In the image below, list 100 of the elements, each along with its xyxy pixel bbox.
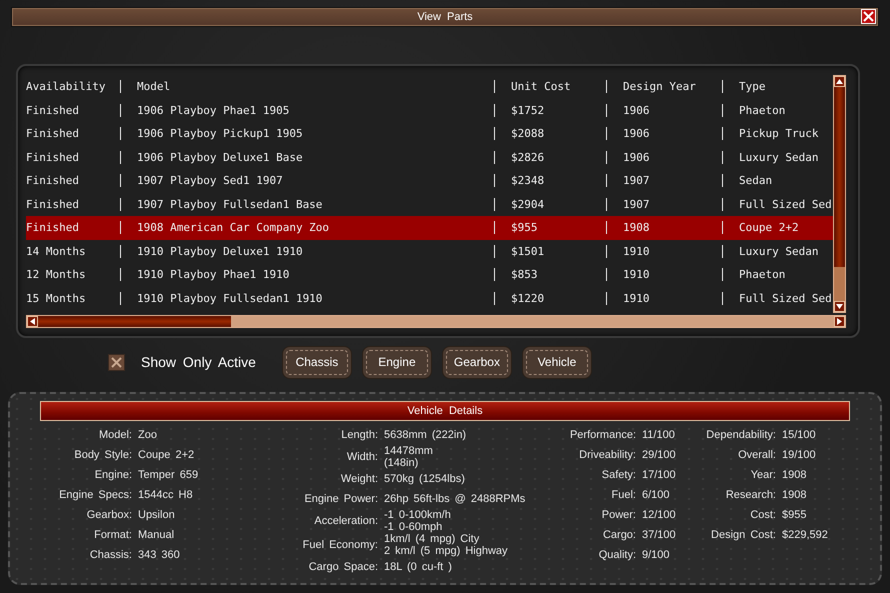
table-cell: 1906 Playboy Pickup1 1905 xyxy=(120,127,494,140)
table-cell-text: Finished xyxy=(26,221,80,234)
table-cell: $1220 xyxy=(494,292,606,305)
table-cell: $955 xyxy=(494,221,606,234)
table-cell: 1907 xyxy=(606,198,722,211)
table-cell-text: 14 Months xyxy=(26,244,87,258)
detail-value: 570kg (1254lbs) xyxy=(384,473,466,485)
detail-label: Year: xyxy=(750,469,776,481)
cross-icon xyxy=(111,356,122,368)
table-row[interactable]: Finished 1908 American Car Company Zoo $955 1908 Coupe 2+2 xyxy=(26,216,833,240)
table-cell: 1907 Playboy Fullsedan1 Base xyxy=(120,198,494,211)
window-title: View Parts xyxy=(417,11,473,23)
table-cell-text: 15 Months xyxy=(26,292,87,305)
detail-value: 29/100 xyxy=(642,449,677,461)
detail-value: Coupe 2+2 xyxy=(138,449,196,461)
vertical-scrollbar[interactable] xyxy=(833,75,846,313)
scroll-up-button[interactable] xyxy=(834,76,845,87)
detail-label: Fuel Economy: xyxy=(302,539,378,551)
detail-label: Gearbox: xyxy=(86,509,132,521)
detail-value: 15/100 xyxy=(782,429,817,441)
scrollbar-thumb[interactable] xyxy=(834,87,845,267)
detail-value: 37/100 xyxy=(642,529,677,541)
detail-label: Driveability: xyxy=(578,449,636,461)
table-cell: 1907 Playboy Sed1 1907 xyxy=(120,174,494,188)
detail-label: Research: xyxy=(724,489,776,501)
table-cell: 1907 xyxy=(606,174,722,188)
table-cell: 1908 American Car Company Zoo xyxy=(120,221,494,234)
close-button[interactable] xyxy=(861,9,876,24)
detail-label: Dependability: xyxy=(705,429,776,441)
detail-value: 19/100 xyxy=(782,449,817,461)
detail-value: Upsilon xyxy=(138,509,176,521)
scroll-down-button[interactable] xyxy=(834,301,845,312)
column-header: Availability xyxy=(26,80,106,94)
table-cell: $2826 xyxy=(494,150,606,164)
detail-label: Power: xyxy=(600,509,636,521)
detail-value: 6/100 xyxy=(642,489,671,501)
table-cell: 1910 Playboy Fullsedan1 1910 xyxy=(120,292,494,305)
detail-label: Length: xyxy=(340,429,378,441)
table-cell: 1906 xyxy=(606,127,722,140)
details-header: Vehicle Details xyxy=(40,401,850,421)
horizontal-scrollbar[interactable] xyxy=(26,315,846,328)
detail-value: 9/100 xyxy=(642,549,671,561)
detail-label: Performance: xyxy=(568,429,636,441)
detail-value: 17/100 xyxy=(642,469,677,481)
checkbox[interactable] xyxy=(108,354,125,370)
down-arrow-icon xyxy=(836,304,843,309)
detail-value: 18L (0 cu-ft ) xyxy=(384,561,453,573)
column-header: Design Year xyxy=(606,80,722,94)
table-cell: 1910 Playboy Deluxe1 1910 xyxy=(120,244,494,258)
detail-value: 11/100 xyxy=(642,429,676,441)
table-cell: 1906 Playboy Phae1 1905 xyxy=(120,104,494,117)
detail-label: Acceleration: xyxy=(313,515,378,527)
scroll-left-button[interactable] xyxy=(27,316,38,327)
part-button[interactable]: Gearbox xyxy=(442,346,512,378)
table-cell: 1908 xyxy=(606,221,722,234)
scrollbar-thumb[interactable] xyxy=(38,316,231,327)
part-button[interactable]: Engine xyxy=(362,346,432,378)
detail-value: 1544cc H8 xyxy=(138,489,194,501)
detail-value: 14478mm (148in) xyxy=(384,445,434,469)
detail-value: 1km/l (4 mpg) City 2 km/l (5 mpg) Highway xyxy=(384,533,509,557)
detail-label: Weight: xyxy=(340,473,378,485)
detail-value: 12/100 xyxy=(642,509,677,521)
table-cell-text: Finished xyxy=(26,127,80,140)
detail-label: Body Style: xyxy=(73,449,132,461)
table-cell-text: Finished xyxy=(26,198,80,211)
detail-value: Manual xyxy=(138,529,176,541)
table-cell: $2348 xyxy=(494,174,606,188)
detail-label: Overall: xyxy=(737,449,776,461)
part-button[interactable]: Chassis xyxy=(282,346,352,378)
table-cell: 1906 xyxy=(606,150,722,164)
part-button[interactable]: Vehicle xyxy=(522,346,592,378)
detail-value: 343 360 xyxy=(138,549,181,561)
table-cell: $2088 xyxy=(494,127,606,140)
detail-label: Safety: xyxy=(600,469,636,481)
table-cell: 1906 Playboy Deluxe1 Base xyxy=(120,150,494,164)
table-cell: 1906 xyxy=(606,104,722,117)
detail-label: Width: xyxy=(346,451,378,463)
table-cell: 1910 xyxy=(606,244,722,258)
table-cell: 1910 xyxy=(606,292,722,305)
table-cell: $1501 xyxy=(494,244,606,258)
detail-value: 5638mm (222in) xyxy=(384,429,468,441)
right-arrow-icon xyxy=(837,318,842,325)
column-header: Model xyxy=(120,80,494,94)
detail-label: Cargo: xyxy=(602,529,636,541)
table-cell-text: Finished xyxy=(26,150,80,164)
column-header: Unit Cost xyxy=(494,80,606,94)
detail-label: Cost: xyxy=(749,509,776,521)
table-cell: 1910 xyxy=(606,268,722,282)
detail-value: Temper 659 xyxy=(138,469,200,481)
table-cell-text: 12 Months xyxy=(26,268,87,282)
detail-label: Format: xyxy=(93,529,132,541)
scroll-right-button[interactable] xyxy=(834,316,845,327)
detail-value: -1 0-100km/h -1 0-60mph xyxy=(384,509,452,533)
detail-label: Cargo Space: xyxy=(308,561,378,573)
detail-value: 1908 xyxy=(782,469,808,481)
detail-label: Chassis: xyxy=(88,549,132,561)
detail-label: Quality: xyxy=(598,549,636,561)
detail-label: Engine Specs: xyxy=(58,489,132,501)
table-cell: 1910 Playboy Phae1 1910 xyxy=(120,268,494,282)
table-cell: $2904 xyxy=(494,198,606,211)
